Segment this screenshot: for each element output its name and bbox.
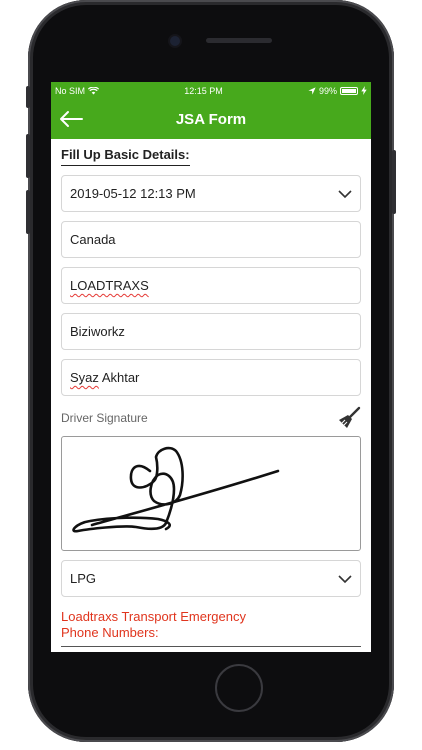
section-title: Fill Up Basic Details: <box>61 139 190 166</box>
company-value: LOADTRAXS <box>70 278 149 293</box>
volume-up-button <box>26 134 30 178</box>
organization-field[interactable]: Biziworkz <box>61 313 361 350</box>
status-bar: No SIM 12:15 PM 99% <box>51 82 371 99</box>
volume-down-button <box>26 190 30 234</box>
emergency-title-line2: Phone Numbers: <box>61 625 159 640</box>
datetime-value: 2019-05-12 12:13 PM <box>70 186 196 201</box>
power-button <box>392 150 396 214</box>
earpiece-speaker <box>206 38 272 43</box>
section-divider <box>61 646 361 647</box>
country-field[interactable]: Canada <box>61 221 361 258</box>
driver-name-field[interactable]: Syaz Akhtar <box>61 359 361 396</box>
clock: 12:15 PM <box>184 85 223 96</box>
home-button[interactable] <box>215 664 263 712</box>
wifi-icon <box>88 86 100 95</box>
broom-icon[interactable] <box>337 406 361 430</box>
charging-bolt-icon <box>361 86 367 95</box>
chevron-down-icon <box>338 189 352 198</box>
driver-last-name: Akhtar <box>101 370 140 385</box>
carrier-label: No SIM <box>55 85 86 96</box>
emergency-title-line1: Loadtraxs Transport Emergency <box>61 609 246 624</box>
company-field[interactable]: LOADTRAXS <box>61 267 361 304</box>
fuel-type-select[interactable]: LPG <box>61 560 361 597</box>
front-camera <box>170 36 180 46</box>
app-header: JSA Form <box>51 99 371 139</box>
battery-icon <box>340 86 358 95</box>
chevron-down-icon <box>338 574 352 583</box>
silent-switch <box>26 86 30 108</box>
signature-label: Driver Signature <box>61 411 148 425</box>
signature-header: Driver Signature <box>61 406 361 430</box>
signature-pad[interactable] <box>61 436 361 551</box>
app-screen: No SIM 12:15 PM 99% JSA Form Fill Up Bas… <box>51 82 371 652</box>
datetime-select[interactable]: 2019-05-12 12:13 PM <box>61 175 361 212</box>
battery-percent: 99% <box>318 85 337 96</box>
back-arrow-icon[interactable] <box>57 107 85 131</box>
driver-name-value: Syaz Akhtar <box>70 370 139 385</box>
signature-stroke <box>72 446 280 533</box>
fuel-type-value: LPG <box>70 571 97 586</box>
location-arrow-icon <box>308 86 316 95</box>
form-content: Fill Up Basic Details: 2019-05-12 12:13 … <box>51 139 371 647</box>
driver-first-name: Syaz <box>70 370 99 385</box>
page-title: JSA Form <box>175 110 247 128</box>
organization-value: Biziworkz <box>70 324 125 339</box>
country-value: Canada <box>70 232 116 247</box>
emergency-section-title: Loadtraxs Transport Emergency Phone Numb… <box>61 609 361 641</box>
